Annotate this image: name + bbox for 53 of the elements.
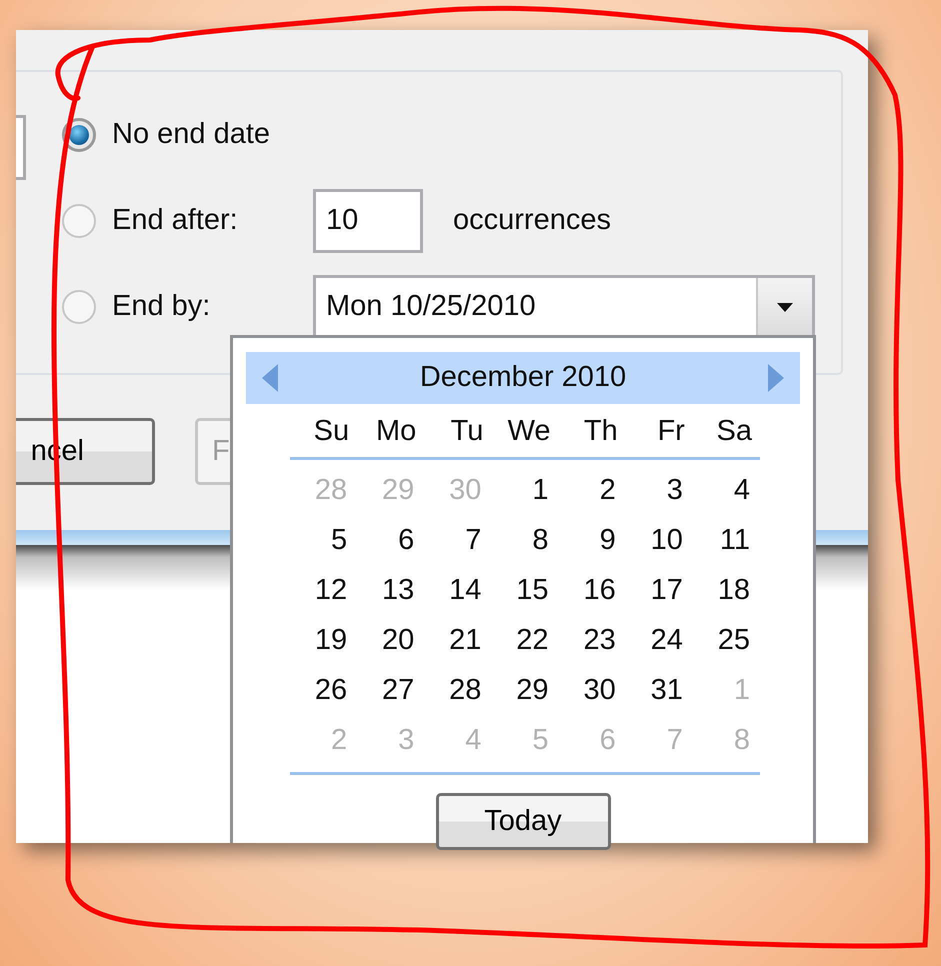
today-button[interactable]: Today [436, 793, 610, 850]
day-cell[interactable]: 12 [290, 566, 358, 616]
unit-label: occurrences [453, 203, 611, 238]
day-cell[interactable]: 27 [357, 666, 424, 716]
day-cell[interactable]: 16 [558, 566, 626, 616]
previous-month-icon[interactable] [262, 364, 278, 392]
weekday-label: Mo [374, 414, 418, 448]
day-cell[interactable]: 19 [290, 616, 358, 666]
weekday-label: Tu [450, 414, 484, 448]
day-cell[interactable]: 24 [626, 616, 693, 666]
dropdown-button[interactable] [756, 278, 812, 336]
weekday-label: Su [312, 414, 350, 448]
day-cell[interactable]: 1 [491, 466, 559, 516]
day-cell[interactable]: 20 [357, 616, 424, 666]
radio-button[interactable] [62, 290, 96, 324]
date-value: Mon 10/25/2010 [326, 289, 536, 324]
day-cell[interactable]: 5 [290, 516, 358, 566]
day-cell[interactable]: 25 [692, 616, 760, 666]
day-cell[interactable]: 15 [491, 566, 559, 616]
day-cell[interactable]: 31 [626, 666, 693, 716]
day-cell[interactable]: 4 [692, 466, 760, 516]
day-cell[interactable]: 14 [424, 566, 492, 616]
weekday-label: Fr [656, 414, 686, 448]
day-cell[interactable]: 23 [558, 616, 626, 666]
day-cell[interactable]: 11 [692, 516, 760, 566]
day-cell[interactable]: 17 [626, 566, 693, 616]
radio-label[interactable]: No end date [112, 113, 313, 157]
day-cell[interactable]: 13 [357, 566, 424, 616]
day-cell[interactable]: 3 [626, 466, 693, 516]
caret-icon [777, 302, 793, 312]
day-cell[interactable]: 22 [491, 616, 559, 666]
radio-label[interactable]: End by: [112, 285, 313, 329]
day-cell[interactable]: 26 [290, 666, 358, 716]
radio-button[interactable] [62, 204, 96, 238]
next-month-icon[interactable] [768, 364, 784, 392]
day-cell[interactable]: 2 [558, 466, 626, 516]
day-cell[interactable]: 18 [692, 566, 760, 616]
weekday-label: Sa [716, 414, 753, 448]
day-cell[interactable]: 10 [626, 516, 693, 566]
day-cell[interactable]: 21 [424, 616, 492, 666]
day-cell[interactable]: 28 [424, 666, 492, 716]
day-cell[interactable]: 29 [491, 666, 559, 716]
input-field[interactable] [16, 115, 26, 180]
day-cell[interactable]: 7 [424, 516, 492, 566]
day-cell[interactable]: 8 [491, 516, 559, 566]
day-cell[interactable]: 9 [558, 516, 626, 566]
day-cell[interactable]: 30 [558, 666, 626, 716]
radio-label[interactable]: End after: [112, 199, 313, 243]
weekday-label: Th [582, 414, 619, 448]
day-cell[interactable]: 6 [357, 516, 424, 566]
month-title: December 2010 [420, 360, 626, 396]
weekday-label: We [506, 414, 552, 448]
count-field[interactable]: 10 [313, 189, 423, 253]
